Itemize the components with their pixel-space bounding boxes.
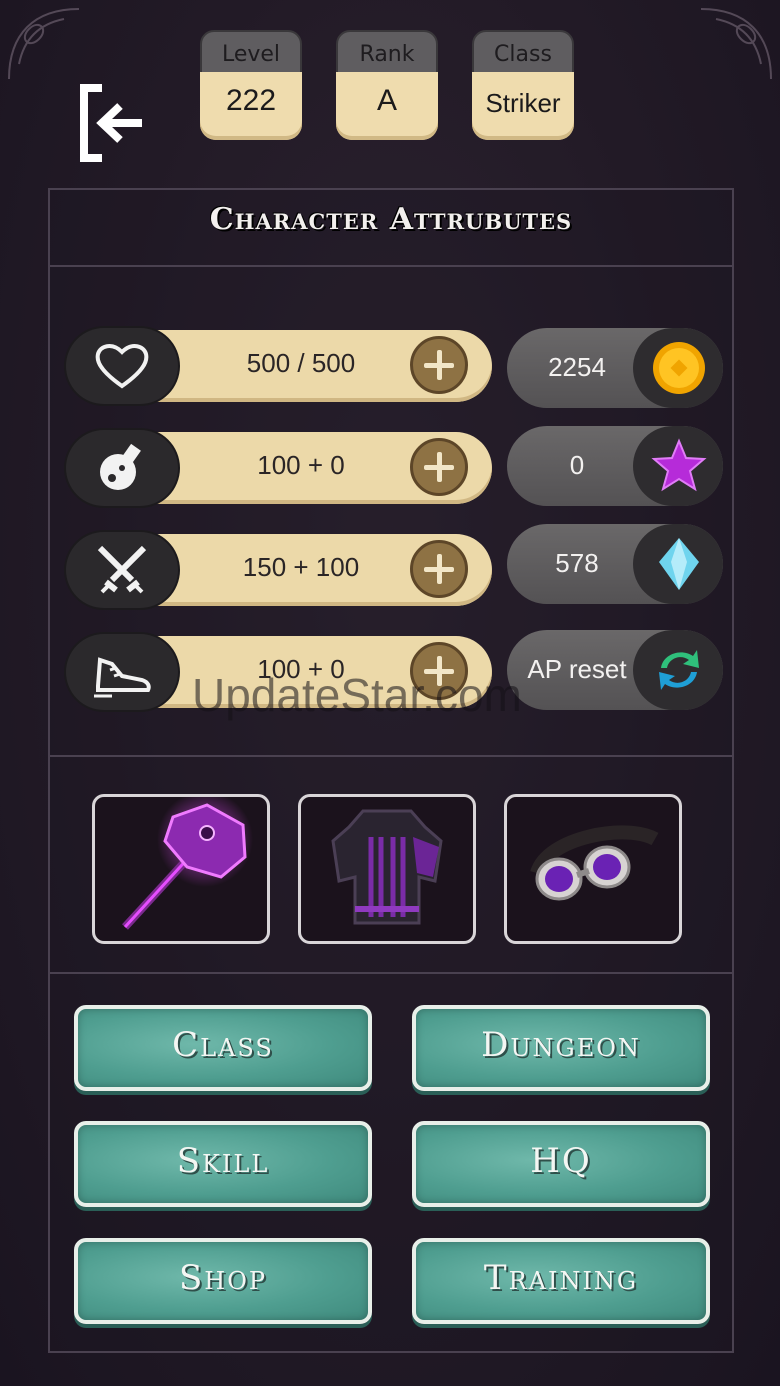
add-health-button[interactable] bbox=[410, 336, 468, 394]
diamond-value: 578 bbox=[555, 548, 599, 578]
gold-value: 2254 bbox=[548, 352, 606, 382]
level-badge: Level 222 bbox=[200, 30, 302, 140]
watermark: UpdateStar.com bbox=[192, 669, 522, 721]
ornament-corner bbox=[700, 8, 772, 80]
attribute-icon-holder bbox=[66, 430, 178, 506]
class-label: Class bbox=[494, 42, 552, 67]
add-attack-button[interactable] bbox=[410, 540, 468, 598]
purple-hammer-icon bbox=[122, 797, 253, 930]
level-label: Level bbox=[221, 42, 281, 67]
attribute-icon-holder bbox=[66, 328, 178, 404]
attribute-value: 500 / 500 bbox=[246, 348, 356, 378]
rank-value: A bbox=[376, 84, 397, 117]
attribute-icon-holder bbox=[66, 532, 178, 608]
attribute-icon-holder bbox=[66, 634, 178, 710]
currency-icon-holder bbox=[633, 426, 723, 506]
star-value: 0 bbox=[569, 450, 585, 480]
accessory-slot[interactable] bbox=[504, 794, 682, 944]
training-button[interactable]: Training bbox=[412, 1238, 710, 1324]
currency-icon-holder bbox=[633, 524, 723, 604]
dungeon-button[interactable]: Dungeon bbox=[412, 1005, 710, 1091]
star-icon bbox=[651, 438, 707, 492]
attribute-value: 150 + 100 bbox=[242, 552, 360, 582]
attribute-row-health: 500 / 500 bbox=[66, 328, 492, 404]
panel-title: Character Attrubutes bbox=[209, 202, 573, 237]
training-button-label: Training bbox=[483, 1258, 639, 1298]
potion-icon bbox=[100, 443, 141, 490]
currency-icon-holder bbox=[633, 328, 723, 408]
exit-button[interactable] bbox=[78, 84, 148, 162]
diamond-icon bbox=[659, 538, 699, 590]
star-currency: 0 bbox=[507, 426, 723, 506]
skill-button-label: Skill bbox=[176, 1141, 270, 1181]
attribute-value: 100 + 0 bbox=[257, 450, 345, 480]
attribute-row-mana: 100 + 0 bbox=[66, 430, 492, 506]
dungeon-button-label: Dungeon bbox=[481, 1025, 641, 1065]
gold-currency: 2254 bbox=[507, 328, 723, 408]
ornament-corner bbox=[8, 8, 80, 80]
attribute-row-attack: 150 + 100 bbox=[66, 532, 492, 608]
rank-label: Rank bbox=[359, 42, 415, 67]
sneaker-icon bbox=[94, 657, 151, 698]
class-badge: Class Striker bbox=[472, 30, 574, 140]
exit-icon bbox=[80, 84, 142, 162]
heart-icon bbox=[95, 344, 149, 389]
goggles-icon bbox=[530, 825, 659, 901]
hq-button[interactable]: HQ bbox=[412, 1121, 710, 1207]
diamond-currency: 578 bbox=[507, 524, 723, 604]
hq-button-label: HQ bbox=[530, 1141, 592, 1181]
gold-coin-icon bbox=[653, 342, 705, 394]
class-button-label: Class bbox=[172, 1025, 274, 1065]
level-value: 222 bbox=[225, 84, 277, 117]
rank-badge: Rank A bbox=[336, 30, 438, 140]
purple-armor-icon bbox=[331, 809, 443, 925]
shop-button-label: Shop bbox=[178, 1258, 268, 1298]
add-mana-button[interactable] bbox=[410, 438, 468, 496]
divider bbox=[48, 972, 734, 974]
crossed-swords-icon bbox=[97, 545, 147, 594]
currency-icon-holder bbox=[633, 630, 723, 710]
weapon-slot[interactable] bbox=[92, 794, 270, 944]
refresh-icon bbox=[659, 650, 699, 690]
divider bbox=[48, 265, 734, 267]
class-value: Striker bbox=[485, 88, 561, 118]
armor-slot[interactable] bbox=[298, 794, 476, 944]
skill-button[interactable]: Skill bbox=[74, 1121, 372, 1207]
divider bbox=[48, 755, 734, 757]
class-button[interactable]: Class bbox=[74, 1005, 372, 1091]
shop-button[interactable]: Shop bbox=[74, 1238, 372, 1324]
